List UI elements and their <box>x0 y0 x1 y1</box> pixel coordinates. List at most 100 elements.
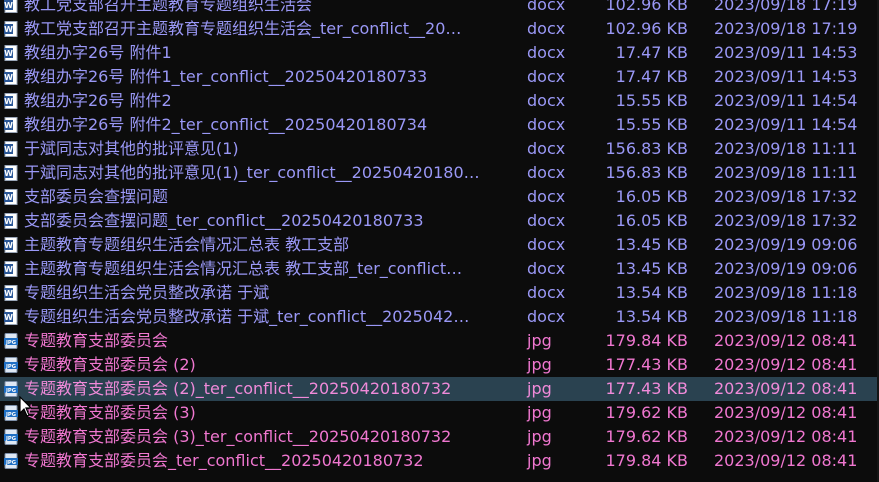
file-list: W 教工党支部召开主题教育专题组织生活会 docx 102.96 KB 2023/09/… <box>0 0 879 473</box>
file-name: 专题教育支部委员会 (3)_ter_conflict__202504201807… <box>24 427 452 446</box>
file-row[interactable]: W 教组办字26号 附件1_ter_conflict__2025042018073… <box>0 65 879 89</box>
word-doc-icon: W <box>4 237 18 253</box>
file-date: 2023/09/12 08:41 <box>714 331 858 350</box>
file-row[interactable]: W 教工党支部召开主题教育专题组织生活会_ter_conflict__20… doc… <box>0 17 879 41</box>
word-doc-icon: W <box>4 141 18 157</box>
file-name: 教组办字26号 附件2 <box>24 91 172 110</box>
file-date: 2023/09/12 08:41 <box>714 379 858 398</box>
word-doc-icon: W <box>4 45 18 61</box>
file-size: 177.43 KB <box>605 355 688 374</box>
file-name: 支部委员会查摆问题 <box>24 187 169 206</box>
svg-text:W: W <box>4 73 13 82</box>
file-date: 2023/09/19 09:06 <box>714 259 858 278</box>
file-row[interactable]: W 于斌同志对其他的批评意见(1) docx 156.83 KB 2023/09/18 … <box>0 137 879 161</box>
word-doc-icon: W <box>4 189 18 205</box>
file-size: 177.43 KB <box>605 379 688 398</box>
file-row[interactable]: W 教组办字26号 附件2 docx 15.55 KB 2023/09/11 14:54 <box>0 89 879 113</box>
word-doc-icon: W <box>4 21 18 37</box>
svg-text:JPG: JPG <box>5 340 16 346</box>
file-row[interactable]: JPG 专题教育支部委员会_ter_conflict__2025042018073… <box>0 449 879 473</box>
file-row[interactable]: W 主题教育专题组织生活会情况汇总表 教工支部_ter_conflict… docx… <box>0 257 879 281</box>
file-date: 2023/09/12 08:41 <box>714 355 858 374</box>
file-name: 专题教育支部委员会 (2) <box>24 355 196 374</box>
file-size: 179.84 KB <box>605 331 688 350</box>
word-doc-icon: W <box>4 93 18 109</box>
file-name: 主题教育专题组织生活会情况汇总表 教工支部 <box>24 235 350 254</box>
file-date: 2023/09/18 11:18 <box>714 307 858 326</box>
svg-text:W: W <box>4 217 13 226</box>
file-size: 156.83 KB <box>605 139 688 158</box>
file-row[interactable]: JPG 专题教育支部委员会 jpg 179.84 KB 2023/09/12 08:41 <box>0 329 879 353</box>
file-row[interactable]: W 支部委员会查摆问题_ter_conflict__20250420180733 d… <box>0 209 879 233</box>
file-row[interactable]: JPG 专题教育支部委员会 (3) jpg 179.62 KB 2023/09/12 0… <box>0 401 879 425</box>
file-date: 2023/09/18 17:19 <box>714 19 858 38</box>
file-date: 2023/09/12 08:41 <box>714 427 858 446</box>
file-name: 专题组织生活会党员整改承诺 于斌 <box>24 283 270 302</box>
svg-text:W: W <box>4 193 13 202</box>
svg-text:W: W <box>4 241 13 250</box>
jpg-image-icon: JPG <box>4 357 18 373</box>
file-date: 2023/09/12 08:41 <box>714 451 858 470</box>
svg-text:W: W <box>4 265 13 274</box>
file-size: 13.45 KB <box>615 235 688 254</box>
file-date: 2023/09/19 09:06 <box>714 235 858 254</box>
file-row[interactable]: W 支部委员会查摆问题 docx 16.05 KB 2023/09/18 17:32 <box>0 185 879 209</box>
file-type: jpg <box>527 331 552 350</box>
word-doc-icon: W <box>4 285 18 301</box>
word-doc-icon: W <box>4 261 18 277</box>
file-date: 2023/09/18 17:19 <box>714 0 858 14</box>
word-doc-icon: W <box>4 309 18 325</box>
svg-text:W: W <box>4 169 13 178</box>
jpg-image-icon: JPG <box>4 453 18 469</box>
file-name: 主题教育专题组织生活会情况汇总表 教工支部_ter_conflict… <box>24 259 463 278</box>
file-row[interactable]: JPG 专题教育支部委员会 (3)_ter_conflict__202504201… <box>0 425 879 449</box>
file-size: 102.96 KB <box>605 19 688 38</box>
jpg-image-icon: JPG <box>4 405 18 421</box>
file-row[interactable]: W 教工党支部召开主题教育专题组织生活会 docx 102.96 KB 2023/09/… <box>0 0 879 17</box>
file-row[interactable]: W 教组办字26号 附件1 docx 17.47 KB 2023/09/11 14:53 <box>0 41 879 65</box>
file-name: 教组办字26号 附件1 <box>24 43 172 62</box>
file-row[interactable]: JPG 专题教育支部委员会 (2) jpg 177.43 KB 2023/09/12 0… <box>0 353 879 377</box>
file-size: 156.83 KB <box>605 163 688 182</box>
file-date: 2023/09/11 14:53 <box>714 67 858 86</box>
file-name: 支部委员会查摆问题_ter_conflict__20250420180733 <box>24 211 424 230</box>
file-size: 179.62 KB <box>605 427 688 446</box>
file-type: jpg <box>527 355 552 374</box>
file-date: 2023/09/18 11:18 <box>714 283 858 302</box>
file-name: 于斌同志对其他的批评意见(1)_ter_conflict__2025042018… <box>24 163 480 182</box>
file-size: 13.54 KB <box>615 283 688 302</box>
word-doc-icon: W <box>4 117 18 133</box>
file-name: 专题教育支部委员会_ter_conflict__20250420180732 <box>24 451 424 470</box>
svg-text:W: W <box>4 25 13 34</box>
file-name: 专题教育支部委员会 (2)_ter_conflict__202504201807… <box>24 379 452 398</box>
file-row[interactable]: W 于斌同志对其他的批评意见(1)_ter_conflict__202504201… <box>0 161 879 185</box>
file-size: 15.55 KB <box>615 91 688 110</box>
file-name: 教工党支部召开主题教育专题组织生活会 <box>24 0 313 14</box>
file-row[interactable]: W 教组办字26号 附件2_ter_conflict__2025042018073… <box>0 113 879 137</box>
file-size: 17.47 KB <box>615 67 688 86</box>
jpg-image-icon: JPG <box>4 429 18 445</box>
word-doc-icon: W <box>4 69 18 85</box>
svg-text:W: W <box>4 289 13 298</box>
file-row[interactable]: W 专题组织生活会党员整改承诺 于斌_ter_conflict__2025042…… <box>0 305 879 329</box>
file-type: jpg <box>527 379 552 398</box>
file-size: 16.05 KB <box>615 211 688 230</box>
svg-text:W: W <box>4 1 13 10</box>
file-date: 2023/09/18 17:32 <box>714 211 858 230</box>
file-size: 16.05 KB <box>615 187 688 206</box>
file-name: 于斌同志对其他的批评意见(1) <box>24 139 239 158</box>
file-row[interactable]: W 专题组织生活会党员整改承诺 于斌 docx 13.54 KB 2023/09/18 … <box>0 281 879 305</box>
jpg-image-icon: JPG <box>4 333 18 349</box>
file-name: 教工党支部召开主题教育专题组织生活会_ter_conflict__20… <box>24 19 462 38</box>
file-date: 2023/09/18 11:11 <box>714 163 858 182</box>
svg-text:JPG: JPG <box>5 388 16 394</box>
file-name: 专题教育支部委员会 <box>24 331 169 350</box>
file-row[interactable]: W 主题教育专题组织生活会情况汇总表 教工支部 docx 13.45 KB 2023/0… <box>0 233 879 257</box>
svg-text:W: W <box>4 97 13 106</box>
file-date: 2023/09/11 14:53 <box>714 43 858 62</box>
svg-text:W: W <box>4 313 13 322</box>
file-size: 179.62 KB <box>605 403 688 422</box>
file-size: 13.54 KB <box>615 307 688 326</box>
file-size: 17.47 KB <box>615 43 688 62</box>
file-row[interactable]: JPG 专题教育支部委员会 (2)_ter_conflict__202504201… <box>0 377 879 401</box>
